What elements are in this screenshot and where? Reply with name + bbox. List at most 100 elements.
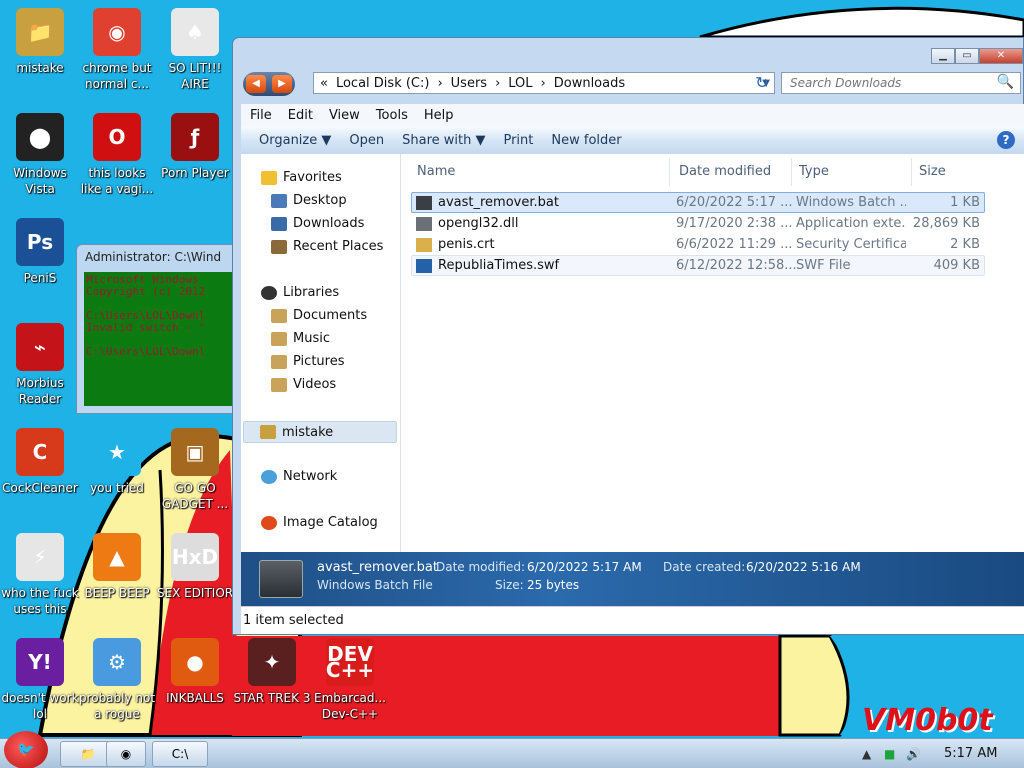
address-segment-lol[interactable]: LOL: [508, 76, 532, 91]
desktop-icon-4[interactable]: Othis looks like a vagi...: [77, 113, 157, 197]
search-box[interactable]: 🔍: [781, 72, 1021, 94]
share-with-button[interactable]: Share with ▼: [402, 133, 485, 148]
desktop-icon-graphic: ⚡: [16, 533, 64, 581]
desktop-icon-12[interactable]: ▲ BEEP BEEP: [77, 533, 157, 601]
file-icon: [416, 258, 432, 273]
desktop-icon-10[interactable]: ▣ GO GO GADGET ...: [155, 428, 235, 512]
nav-homegroup-mistake[interactable]: mistake: [243, 421, 397, 443]
desktop-icon-11[interactable]: ⚡ who the fuck uses this: [0, 533, 80, 617]
taskbar-cmd-button[interactable]: C:\: [152, 741, 208, 767]
minimize-button[interactable]: ▁: [931, 48, 955, 64]
forward-button[interactable]: ▶: [272, 75, 292, 93]
desktop-icon-label: chrome but normal c...: [82, 61, 152, 91]
column-date-modified[interactable]: Date modified: [679, 164, 771, 179]
details-size-label: Size:: [495, 578, 524, 592]
videos-icon: [271, 377, 287, 392]
desktop-icon-graphic: ▣: [171, 428, 219, 476]
desktop-icon-18[interactable]: DEV C++ Embarcad... Dev-C++: [310, 638, 390, 722]
column-type[interactable]: Type: [799, 164, 829, 179]
nav-downloads[interactable]: Downloads: [271, 216, 364, 231]
close-button[interactable]: ✕: [979, 48, 1023, 64]
tray-network-icon[interactable]: ■: [884, 747, 895, 761]
menu-file[interactable]: File: [250, 108, 272, 123]
file-row[interactable]: opengl32.dll 9/17/2020 2:38 ... Applicatio…: [411, 213, 985, 234]
new-folder-button[interactable]: New folder: [551, 133, 621, 148]
nav-libraries[interactable]: Libraries: [261, 285, 339, 300]
open-button[interactable]: Open: [349, 133, 384, 148]
desktop-icon-15[interactable]: ⚙ probably not a rogue: [77, 638, 157, 722]
file-row[interactable]: avast_remover.bat 6/20/2022 5:17 ... Windo…: [411, 192, 985, 213]
cmd-window[interactable]: Administrator: C:\Wind Microsoft Windows…: [76, 244, 236, 414]
menu-help[interactable]: Help: [424, 108, 454, 123]
column-separator[interactable]: [791, 158, 792, 186]
menu-view[interactable]: View: [329, 108, 360, 123]
file-row[interactable]: RepubliaTimes.swf 6/12/2022 12:58... SWF F…: [411, 255, 985, 276]
desktop-icon-3[interactable]: ⬤ Windows Vista: [0, 113, 80, 197]
search-input[interactable]: [790, 76, 990, 90]
desktop-icon-9[interactable]: ★ you tried: [77, 428, 157, 496]
nav-desktop[interactable]: Desktop: [271, 193, 347, 208]
explorer-window[interactable]: ▁ ▭ ✕ ◀ ▶ « Local Disk (C:) › Users › LO…: [232, 37, 1024, 635]
desktop-icon-2[interactable]: ♠ SO LIT!!! AIRE: [155, 8, 235, 92]
desktop-icon-graphic: ⌁: [16, 323, 64, 371]
address-overflow-icon[interactable]: «: [320, 76, 328, 91]
address-segment-users[interactable]: Users: [451, 76, 487, 91]
menu-tools[interactable]: Tools: [376, 108, 408, 123]
refresh-icon[interactable]: ↻: [751, 73, 773, 93]
tray-show-hidden-icon[interactable]: ▲: [862, 747, 871, 761]
desktop-icon-0[interactable]: 📁 mistake: [0, 8, 80, 76]
desktop-icon-graphic: 📁: [16, 8, 64, 56]
nav-favorites[interactable]: Favorites: [261, 170, 342, 185]
desktop-icon-14[interactable]: Y! doesn't work lol: [0, 638, 80, 722]
clock[interactable]: 5:17 AM: [944, 746, 997, 761]
column-separator[interactable]: [911, 158, 912, 186]
nav-buttons: ◀ ▶: [243, 72, 295, 96]
nav-music[interactable]: Music: [271, 331, 330, 346]
nav-videos[interactable]: Videos: [271, 377, 336, 392]
start-button[interactable]: 🐦: [4, 731, 48, 768]
downloads-icon: [271, 216, 287, 231]
desktop-icon-label: PeniS: [23, 271, 57, 285]
desktop-icon-1[interactable]: ◉ chrome but normal c...: [77, 8, 157, 92]
search-icon[interactable]: 🔍: [997, 74, 1014, 90]
desktop-icon-17[interactable]: ✦ STAR TREK 3: [232, 638, 312, 706]
address-bar[interactable]: « Local Disk (C:) › Users › LOL › Downlo…: [313, 72, 775, 94]
desktop-icon-6[interactable]: Ps PeniS: [0, 218, 80, 286]
nav-videos-label: Videos: [293, 377, 337, 392]
maximize-button[interactable]: ▭: [955, 48, 979, 64]
file-row[interactable]: penis.crt 6/6/2022 11:29 ... Security Cert…: [411, 234, 985, 255]
desktop-icon-5[interactable]: ƒ Porn Player: [155, 113, 235, 181]
address-separator-icon[interactable]: ›: [437, 76, 442, 91]
nav-image-catalog[interactable]: Image Catalog: [261, 515, 378, 530]
nav-network[interactable]: Network: [261, 469, 337, 484]
desktop-icon-8[interactable]: C CockCleaner: [0, 428, 80, 496]
file-type: Windows Batch ...: [796, 195, 906, 210]
desktop-icon-label: SO LIT!!! AIRE: [168, 61, 222, 91]
desktop-icon-16[interactable]: ● INKBALLS: [155, 638, 235, 706]
cmd-console[interactable]: Microsoft Windows Copyright (c) 2012 C:\…: [84, 272, 235, 406]
nav-recent-places[interactable]: Recent Places: [271, 239, 383, 254]
help-icon[interactable]: ?: [997, 131, 1015, 149]
back-button[interactable]: ◀: [246, 75, 266, 93]
nav-documents[interactable]: Documents: [271, 308, 367, 323]
column-size[interactable]: Size: [919, 164, 946, 179]
print-button[interactable]: Print: [503, 133, 533, 148]
taskbar-chrome-button[interactable]: ◉: [106, 741, 146, 767]
address-separator-icon[interactable]: ›: [495, 76, 500, 91]
menu-edit[interactable]: Edit: [288, 108, 313, 123]
file-type: Application exte...: [796, 216, 906, 231]
organize-button[interactable]: Organize ▼: [259, 133, 331, 148]
desktop-icon-13[interactable]: HxD SEX EDITIOR: [155, 533, 235, 601]
tray-volume-icon[interactable]: 🔊: [906, 747, 921, 761]
address-segment-downloads[interactable]: Downloads: [554, 76, 625, 91]
column-separator[interactable]: [669, 158, 670, 186]
desktop-icon-label: GO GO GADGET ...: [161, 481, 229, 511]
folder-icon: [260, 425, 276, 439]
desktop-icon-7[interactable]: ⌁ Morbius Reader: [0, 323, 80, 407]
desktop-icon-label: STAR TREK 3: [233, 691, 311, 705]
nav-pictures[interactable]: Pictures: [271, 354, 344, 369]
address-segment-local-disk[interactable]: Local Disk (C:): [336, 76, 429, 91]
address-separator-icon[interactable]: ›: [541, 76, 546, 91]
column-name[interactable]: Name: [417, 164, 455, 179]
nav-documents-label: Documents: [293, 308, 368, 323]
